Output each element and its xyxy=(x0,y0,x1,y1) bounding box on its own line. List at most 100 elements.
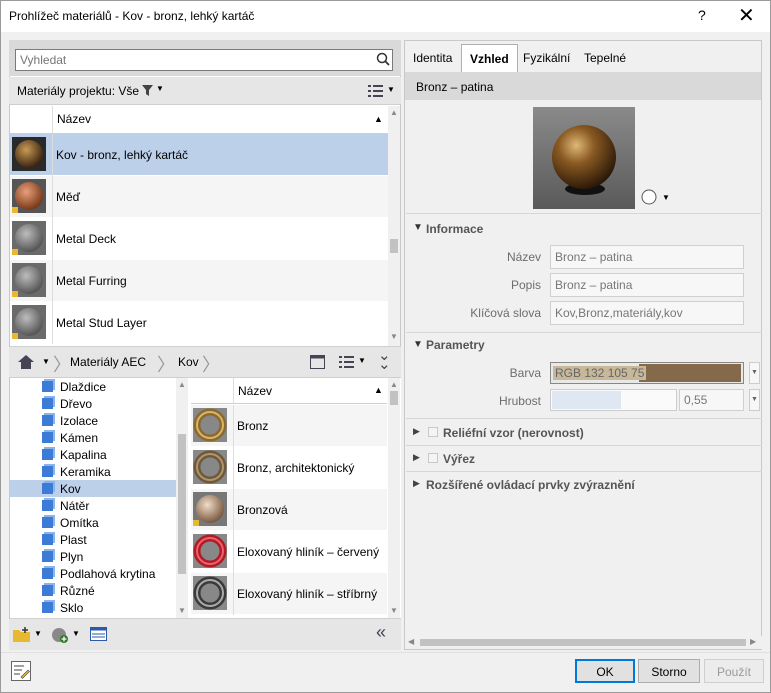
editor-hscrollbar[interactable]: ◀ ▶ xyxy=(406,636,762,649)
library-material-row[interactable]: Eloxovaný hliník – červený xyxy=(191,531,387,573)
view-dropdown-icon[interactable]: ▼ xyxy=(387,85,395,94)
tree-item[interactable]: Plyn xyxy=(10,548,176,565)
tab-identita[interactable]: Identita xyxy=(405,44,460,72)
tab-vzhled[interactable]: Vzhled xyxy=(461,44,518,72)
folder-icon xyxy=(42,534,53,545)
relief-section-title[interactable]: Reliéfní vzor (nerovnost) xyxy=(443,426,584,440)
panel-layout-icon[interactable] xyxy=(310,355,325,369)
folder-icon xyxy=(42,432,53,443)
folder-icon xyxy=(42,398,53,409)
tree-item[interactable]: Keramika xyxy=(10,463,176,480)
scrollbar-thumb[interactable] xyxy=(178,434,186,574)
sort-ascending-icon[interactable]: ▲ xyxy=(374,114,383,124)
project-material-row[interactable]: Metal Deck xyxy=(10,218,388,260)
library-dropdown-icon[interactable]: ▼ xyxy=(34,629,42,638)
library-nav-bar: ▼ 〉 Materiály AEC 〉 Kov 〉 ▼ ⌄ ⌄ xyxy=(9,346,401,378)
filter-dropdown-icon[interactable]: ▼ xyxy=(156,84,164,93)
tree-item[interactable]: Omítka xyxy=(10,514,176,531)
tree-item[interactable]: Dlaždice xyxy=(10,378,176,395)
open-library-icon[interactable] xyxy=(13,627,31,642)
expand-info-icon[interactable]: ▼ xyxy=(413,222,423,233)
tree-item[interactable]: Podlahová krytina xyxy=(10,565,176,582)
scrollbar-thumb[interactable] xyxy=(420,639,746,646)
help-button[interactable]: ? xyxy=(698,7,706,23)
tree-item[interactable]: Plast xyxy=(10,531,176,548)
name-label: Název xyxy=(506,250,541,264)
library-material-row[interactable]: Bronz xyxy=(191,405,387,447)
roughness-slider[interactable] xyxy=(550,389,677,411)
home-icon[interactable] xyxy=(18,355,34,369)
tree-item[interactable]: Izolace xyxy=(10,412,176,429)
ok-button[interactable]: OK xyxy=(575,659,635,683)
relief-checkbox[interactable] xyxy=(428,427,438,437)
expand-relief-icon[interactable]: ▶ xyxy=(413,426,420,437)
roughness-value[interactable]: 0,55 xyxy=(679,389,744,411)
project-material-row[interactable]: Měď xyxy=(10,176,388,218)
tree-item[interactable]: Dřevo xyxy=(10,395,176,412)
project-list-scrollbar[interactable]: ▲ ▼ xyxy=(388,106,400,346)
apply-button[interactable]: Použít xyxy=(704,659,764,683)
cutout-section-title[interactable]: Výřez xyxy=(443,452,475,466)
collapse-left-icon[interactable]: « xyxy=(376,622,386,643)
list-view-icon[interactable] xyxy=(368,84,384,98)
project-material-row[interactable]: Kov - bronz, lehký kartáč xyxy=(10,134,388,176)
library-list-scrollbar[interactable]: ▲ ▼ xyxy=(388,378,400,618)
tree-item[interactable]: Nátěr xyxy=(10,497,176,514)
search-input[interactable] xyxy=(15,49,393,71)
scrollbar-thumb[interactable] xyxy=(390,239,398,253)
project-material-row[interactable]: Metal Stud Layer xyxy=(10,302,388,344)
close-button[interactable]: ✕ xyxy=(738,3,755,28)
preview-shape-icon[interactable] xyxy=(641,189,659,205)
tree-item[interactable]: Různé xyxy=(10,582,176,599)
library-materials-list: Název ▲ Bronz Bronz, architektonický Bro… xyxy=(191,378,401,618)
sort-ascending-icon[interactable]: ▲ xyxy=(374,385,383,395)
color-dropdown-icon[interactable]: ▼ xyxy=(749,362,760,384)
tab-fyzikalni[interactable]: Fyzikální xyxy=(515,44,578,72)
tab-tepelne[interactable]: Tepelné xyxy=(576,44,634,72)
advanced-section-title[interactable]: Rozšířené ovládací prvky zvýraznění xyxy=(426,478,635,492)
tree-scrollbar[interactable]: ▲ ▼ xyxy=(176,378,188,618)
expand-params-icon[interactable]: ▼ xyxy=(413,339,423,350)
library-list-header: Název ▲ xyxy=(191,378,387,404)
create-material-icon[interactable] xyxy=(51,626,69,643)
expand-cutout-icon[interactable]: ▶ xyxy=(413,452,420,463)
filter-icon[interactable] xyxy=(142,85,153,96)
collapse-down-icon[interactable]: ⌄ ⌄ xyxy=(378,348,391,372)
name-field[interactable]: Bronz – patina xyxy=(550,245,744,269)
material-assets-icon[interactable] xyxy=(11,661,31,681)
roughness-dropdown-icon[interactable]: ▼ xyxy=(749,389,760,411)
column-name-header[interactable]: Název xyxy=(52,106,95,133)
breadcrumb-root[interactable]: Materiály AEC xyxy=(70,355,146,369)
material-editor-icon[interactable] xyxy=(90,627,107,641)
description-field[interactable]: Bronz – patina xyxy=(550,273,744,297)
create-dropdown-icon[interactable]: ▼ xyxy=(72,629,80,638)
folder-icon xyxy=(42,415,53,426)
library-material-row[interactable]: Bronz, architektonický xyxy=(191,447,387,489)
tree-item[interactable]: Sklo xyxy=(10,599,176,616)
project-material-row[interactable]: Metal Furring xyxy=(10,260,388,302)
preview-dropdown-icon[interactable]: ▼ xyxy=(662,193,670,202)
column-name-header[interactable]: Název xyxy=(233,378,276,403)
cancel-button[interactable]: Storno xyxy=(638,659,700,683)
scrollbar-thumb[interactable] xyxy=(390,391,398,405)
params-section-title[interactable]: Parametry xyxy=(426,338,485,352)
library-list-view-icon[interactable] xyxy=(339,355,355,369)
material-name: Metal Deck xyxy=(56,232,117,246)
library-view-dropdown-icon[interactable]: ▼ xyxy=(358,356,366,365)
tree-item[interactable]: Kámen xyxy=(10,429,176,446)
material-thumbnail xyxy=(12,221,46,255)
color-field[interactable]: RGB 132 105 75 xyxy=(550,362,744,384)
home-dropdown-icon[interactable]: ▼ xyxy=(42,357,50,366)
library-material-row[interactable]: Eloxovaný hliník – stříbrný xyxy=(191,573,387,615)
material-name: Metal Furring xyxy=(56,274,127,288)
breadcrumb-child[interactable]: Kov xyxy=(178,355,199,369)
keywords-field[interactable]: Kov,Bronz,materiály,kov xyxy=(550,301,744,325)
tree-item[interactable]: Kapalina xyxy=(10,446,176,463)
info-section-title[interactable]: Informace xyxy=(426,222,483,236)
material-name: Eloxovaný hliník – červený xyxy=(237,545,380,559)
expand-advanced-icon[interactable]: ▶ xyxy=(413,478,420,489)
library-material-row[interactable]: Bronzová xyxy=(191,489,387,531)
search-icon[interactable] xyxy=(376,52,390,66)
tree-item-selected[interactable]: Kov xyxy=(10,480,176,497)
cutout-checkbox[interactable] xyxy=(428,453,438,463)
